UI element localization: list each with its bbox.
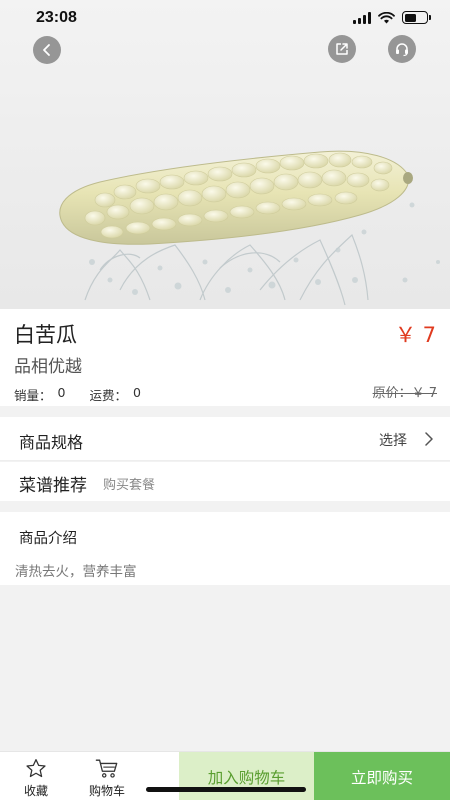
star-icon [26,759,46,778]
shipping-value: 0 [132,385,141,400]
product-info: 白苦瓜 ￥ 7 品相优越 销量： 0 运费： 0 原价：￥ 7 [0,309,450,406]
cart-button[interactable]: 购物车 [77,758,137,799]
product-price: ￥ 7 [394,323,436,347]
battery-icon [402,11,431,24]
battery-level [404,13,417,22]
recipe-label: 菜谱推荐 [19,476,87,496]
headset-icon [396,43,408,57]
back-button[interactable] [33,36,61,64]
intro-title: 商品介绍 [19,531,77,547]
recipe-row[interactable]: 菜谱推荐 购买套餐 [0,462,450,501]
original-price: 原价：￥ 7 [372,386,437,401]
status-bar: 23:08 [0,0,450,36]
wifi-icon [378,11,395,23]
sales-value: 0 [57,385,66,400]
status-time: 23:08 [36,9,77,26]
share-icon [336,43,348,55]
product-intro: 商品介绍 清热去火，营养丰富 [0,512,450,585]
back-arrow-icon [43,44,50,56]
favorite-button[interactable]: 收藏 [6,758,66,799]
spec-row[interactable]: 商品规格 选择 [0,417,450,461]
bottom-action-bar: 收藏 购物车 加入购物车 立即购买 [0,751,450,800]
intro-text: 清热去火，营养丰富 [15,564,137,580]
status-icons [353,11,431,24]
bitter-melon-illustration [59,150,440,306]
cart-icon [95,759,118,778]
recipe-package-link[interactable]: 购买套餐 [103,474,155,493]
spec-select[interactable]: 选择 [379,430,407,450]
buy-now-button[interactable]: 立即购买 [314,752,450,800]
product-image[interactable] [0,0,450,309]
signal-icon [353,11,371,24]
cart-label: 购物车 [88,784,125,798]
home-indicator[interactable] [146,787,306,792]
spec-label: 商品规格 [19,433,84,452]
product-tagline: 品相优越 [14,357,82,377]
favorite-label: 收藏 [23,784,48,798]
product-name: 白苦瓜 [14,323,77,347]
add-to-cart-button[interactable]: 加入购物车 [179,752,314,800]
customer-service-button[interactable] [388,35,416,63]
shipping-label: 运费： [89,388,127,403]
sales-label: 销量： [14,388,52,403]
sales-shipping-row: 销量： 0 运费： 0 [14,385,141,404]
share-button[interactable] [328,35,356,63]
chevron-right-icon [425,432,433,446]
